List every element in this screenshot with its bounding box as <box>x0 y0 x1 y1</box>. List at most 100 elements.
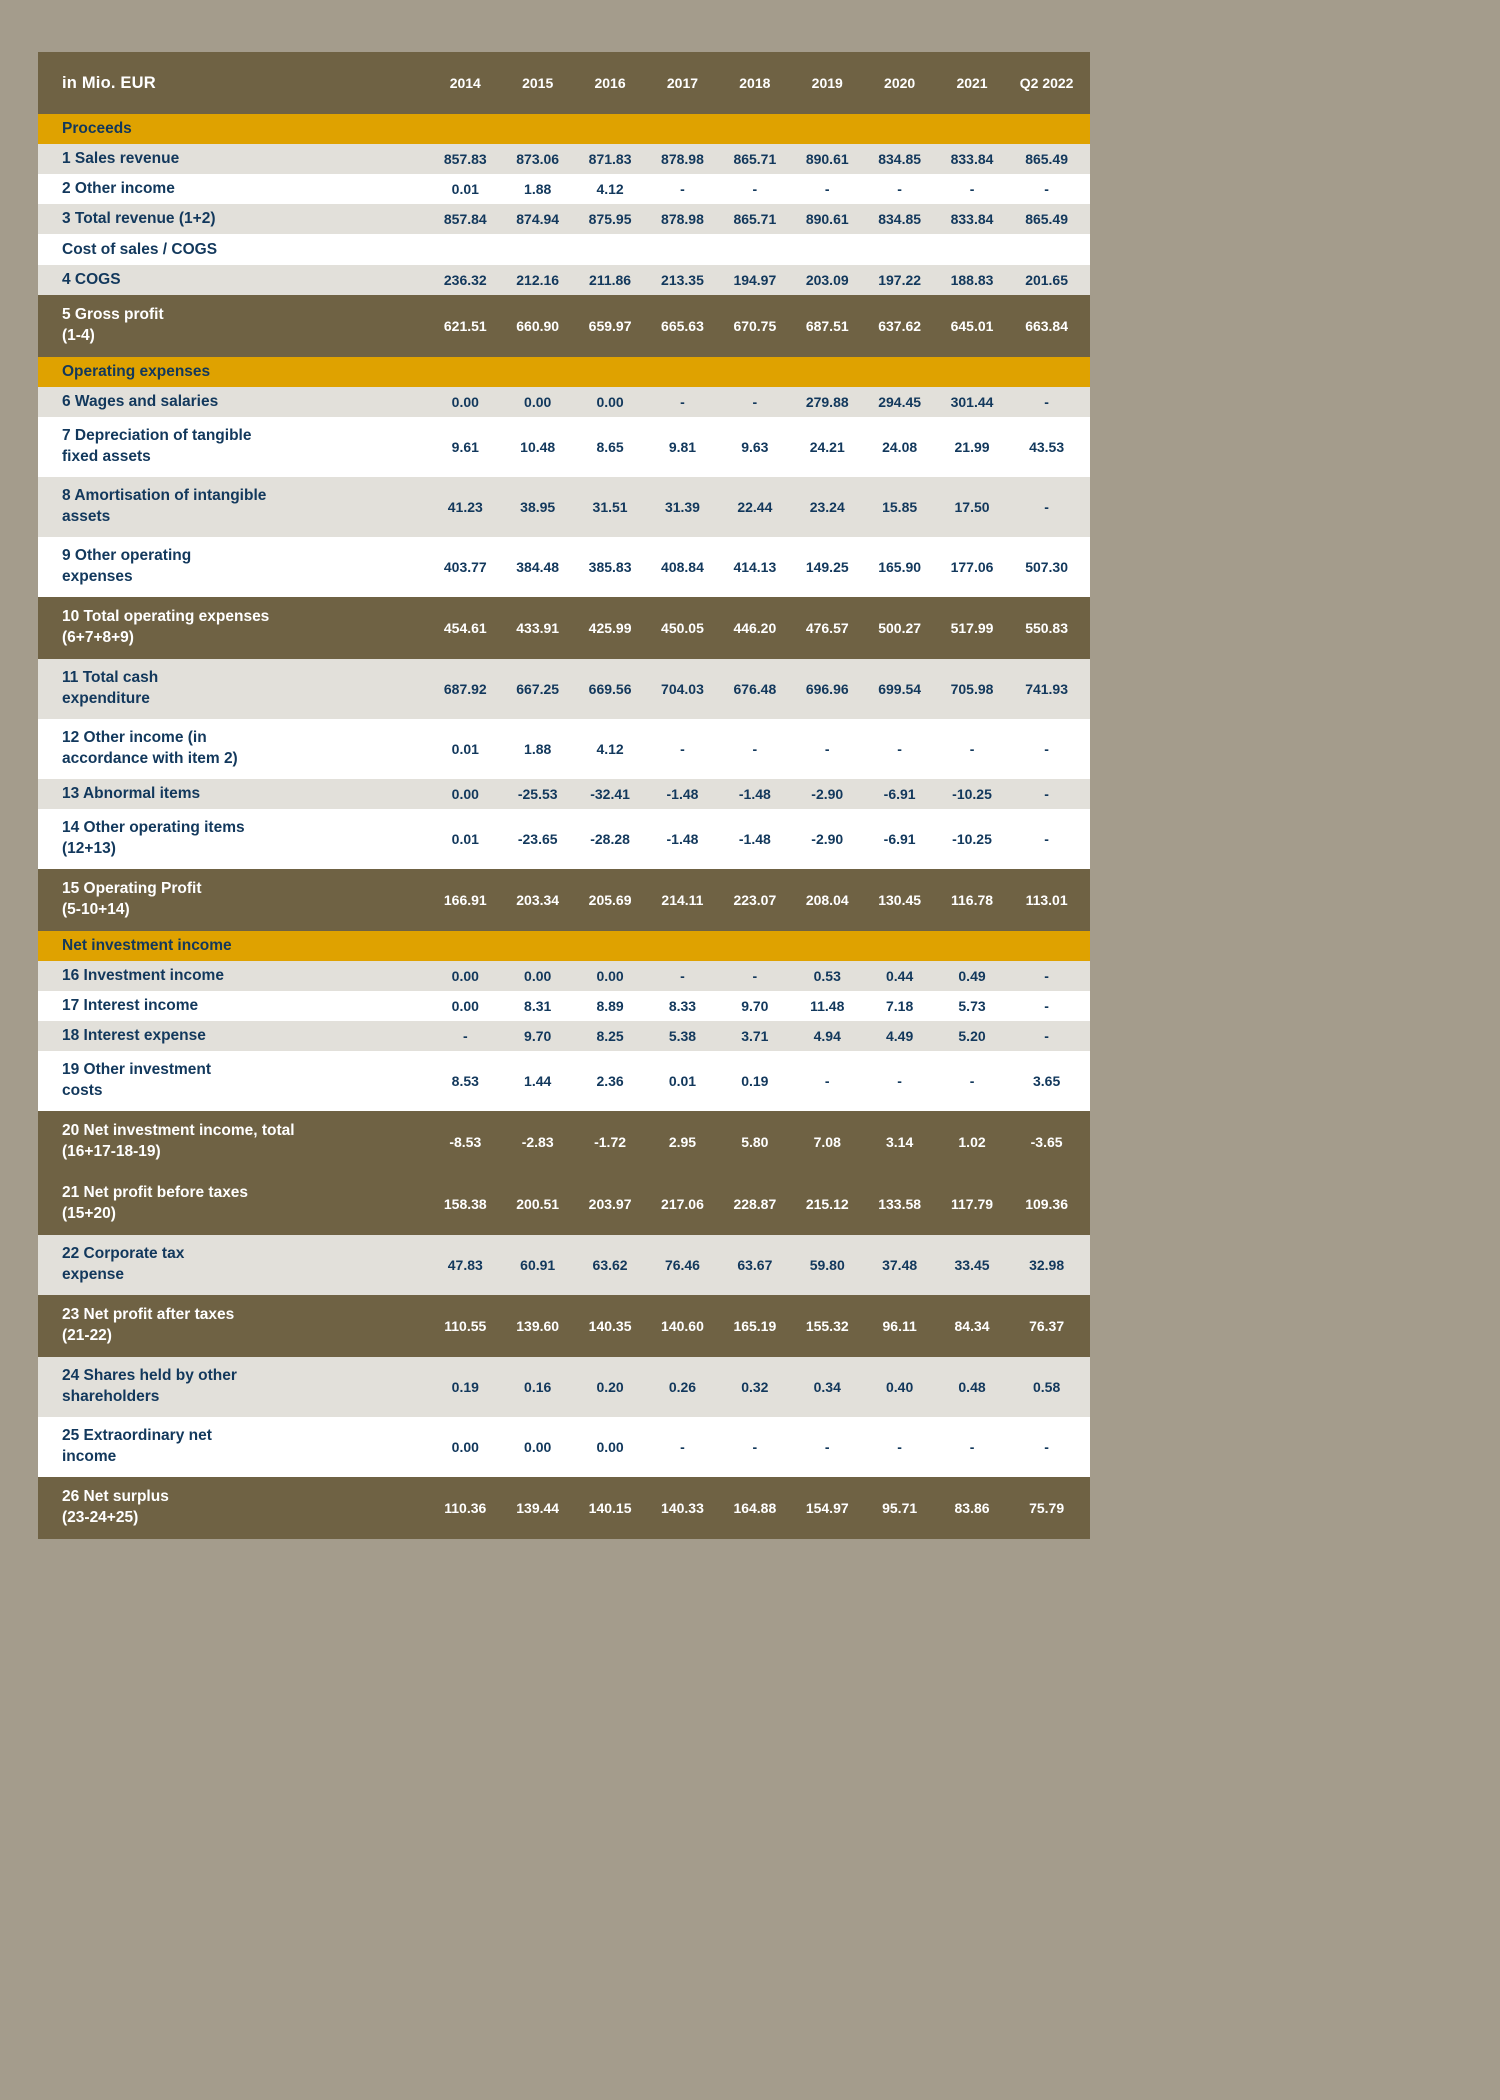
data-cell: - <box>680 394 685 410</box>
data-cell: 279.88 <box>805 394 849 410</box>
data-row-label: 7 Depreciation of tangible fixed assets <box>62 427 252 465</box>
total-cell: 155.32 <box>805 1318 849 1334</box>
total-cell: 550.83 <box>1025 620 1069 636</box>
total-cell: 113.01 <box>1025 892 1068 908</box>
total-cell: 217.06 <box>661 1196 704 1212</box>
data-cell: 63.67 <box>737 1257 773 1273</box>
data-row-label: 25 Extraordinary net income <box>62 1427 212 1465</box>
data-row-12-other-income-in-accordance-with-item-2: 12 Other income (in accordance with item … <box>38 719 1090 779</box>
data-cell: 874.94 <box>516 211 560 227</box>
data-row-14-other-operating-items-12-13: 14 Other operating items (12+13) 0.01 -23.6… <box>38 809 1090 869</box>
data-cell: 22.44 <box>737 499 773 515</box>
data-cell: 4.49 <box>886 1028 914 1044</box>
data-cell: 9.70 <box>741 998 769 1014</box>
data-cell: - <box>824 1073 830 1089</box>
total-cell: 83.86 <box>954 1500 990 1516</box>
subsection-header-label: Cost of sales / COGS <box>62 240 218 258</box>
table-header: in Mio. EUR 2014 2015 2016 2017 2018 2019 2020… <box>38 52 1090 114</box>
data-cell: 0.00 <box>596 1439 624 1455</box>
data-cell: 705.98 <box>950 681 994 697</box>
total-cell: 166.91 <box>443 892 487 908</box>
total-cell: 621.51 <box>443 318 487 334</box>
total-cell: 228.87 <box>733 1196 777 1212</box>
total-cell: 687.51 <box>805 318 849 334</box>
total-cell: 95.71 <box>882 1500 918 1516</box>
data-cell: 43.53 <box>1029 439 1065 455</box>
total-cell: 140.15 <box>588 1500 632 1516</box>
data-cell: 0.00 <box>451 998 479 1014</box>
data-row-13-abnormal-items: 13 Abnormal items 0.00 -25.53 -32.41 -1.48 -1… <box>38 779 1090 809</box>
column-header-2014: 2014 <box>449 75 481 91</box>
data-cell: -10.25 <box>952 786 992 802</box>
data-cell: 0.00 <box>524 394 552 410</box>
unit-header-cell: in Mio. EUR <box>62 73 156 92</box>
total-cell: 500.27 <box>878 620 922 636</box>
data-cell: - <box>752 1439 758 1455</box>
data-cell: 197.22 <box>878 272 922 288</box>
data-cell: 5.73 <box>958 998 986 1014</box>
data-cell: 177.06 <box>950 559 994 575</box>
data-row-label: 16 Investment income <box>62 966 224 984</box>
data-cell: 865.71 <box>733 151 777 167</box>
data-cell: 865.49 <box>1025 151 1069 167</box>
data-cell: - <box>969 1439 975 1455</box>
data-cell: 8.65 <box>596 439 624 455</box>
data-cell: 833.84 <box>950 151 994 167</box>
data-cell: 9.63 <box>741 439 769 455</box>
data-cell: 33.45 <box>954 1257 990 1273</box>
data-cell: 165.90 <box>878 559 922 575</box>
total-cell: 215.12 <box>805 1196 849 1212</box>
data-cell: 833.84 <box>950 211 994 227</box>
total-row-label: 23 Net profit after taxes (21-22) <box>62 1306 235 1344</box>
total-row-label: 21 Net profit before taxes (15+20) <box>62 1184 249 1222</box>
data-cell: 21.99 <box>954 439 990 455</box>
data-cell: -6.91 <box>883 831 916 847</box>
data-cell: 0.01 <box>451 181 479 197</box>
total-cell: -2.83 <box>521 1134 554 1150</box>
data-cell: -2.90 <box>811 831 844 847</box>
total-cell: 109.36 <box>1025 1196 1069 1212</box>
data-cell: 194.97 <box>733 272 777 288</box>
total-cell: 208.04 <box>805 892 849 908</box>
data-cell: - <box>969 741 975 757</box>
column-header-2017: 2017 <box>666 75 699 91</box>
data-cell: 23.24 <box>809 499 845 515</box>
total-cell: 203.97 <box>588 1196 632 1212</box>
data-cell: - <box>1044 968 1049 984</box>
data-row-19-other-investment-costs: 19 Other investment costs 8.53 1.44 2.36 0.01… <box>38 1051 1090 1111</box>
data-cell: 188.83 <box>950 272 994 288</box>
total-cell: -3.65 <box>1030 1134 1063 1150</box>
data-cell: 0.01 <box>668 1073 697 1089</box>
data-cell: 236.32 <box>443 272 487 288</box>
data-row-label: 24 Shares held by other shareholders <box>62 1367 237 1405</box>
data-cell: 865.49 <box>1025 211 1069 227</box>
data-row-label: 1 Sales revenue <box>62 149 180 167</box>
data-cell: 0.44 <box>886 968 914 984</box>
total-cell: 200.51 <box>516 1196 560 1212</box>
data-cell: 741.93 <box>1025 681 1069 697</box>
data-cell: - <box>680 181 685 197</box>
data-cell: - <box>897 1439 902 1455</box>
data-cell: 875.95 <box>588 211 632 227</box>
data-cell: 834.85 <box>878 151 922 167</box>
column-header-2020: 2020 <box>884 75 916 91</box>
data-cell: 890.61 <box>805 211 849 227</box>
data-cell: 0.26 <box>668 1379 697 1395</box>
data-cell: -32.41 <box>590 786 630 802</box>
total-row-label: 5 Gross profit (1-4) <box>62 306 164 344</box>
total-cell: 645.01 <box>950 318 994 334</box>
data-row-24-shares-held-by-other-shareholders: 24 Shares held by other shareholders 0.19 0… <box>38 1357 1090 1417</box>
data-cell: 0.53 <box>813 968 841 984</box>
total-cell: 158.38 <box>443 1196 487 1212</box>
total-cell: 454.61 <box>443 620 487 636</box>
data-cell: - <box>969 181 975 197</box>
financial-table-container: in Mio. EUR 2014 2015 2016 2017 2018 2019 2020… <box>38 52 1090 1539</box>
total-cell: 154.97 <box>805 1500 849 1516</box>
data-row-9-other-operating-expenses: 9 Other operating expenses 403.77 384.48 385… <box>38 537 1090 597</box>
data-cell: 47.83 <box>447 1257 483 1273</box>
data-row-8-amortisation-of-intangible-assets: 8 Amortisation of intangible assets 41.23 3… <box>38 477 1090 537</box>
data-cell: -1.48 <box>666 831 699 847</box>
total-cell: 659.97 <box>588 318 632 334</box>
total-cell: 660.90 <box>516 318 560 334</box>
data-cell: 408.84 <box>661 559 704 575</box>
